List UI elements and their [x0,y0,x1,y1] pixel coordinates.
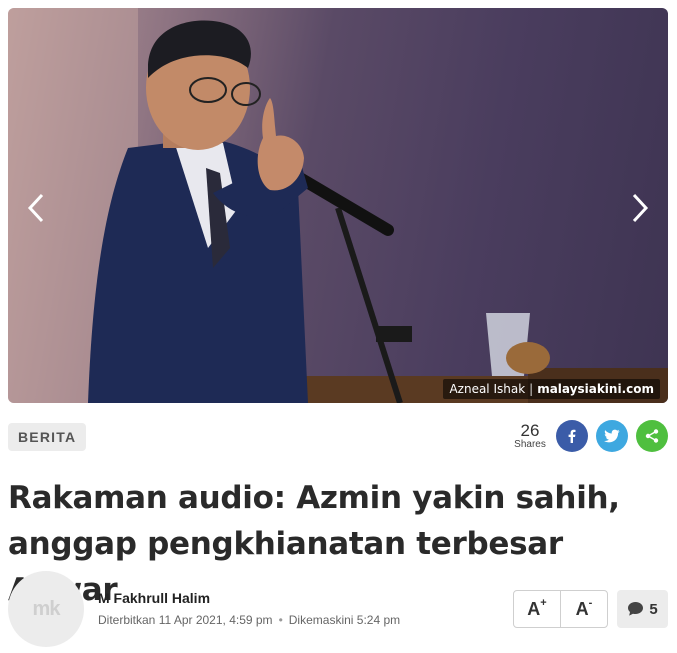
twitter-icon [604,429,620,443]
carousel-next-button[interactable] [620,188,660,228]
comment-bubble-icon [628,602,644,616]
chevron-right-icon [632,193,649,223]
category-badge[interactable]: BERITA [8,423,87,451]
share-count: 26 Shares [510,422,550,450]
photo-credit-brand: malaysiakini.com [537,382,654,396]
updated-date: Dikemaskini 5:24 pm [288,613,401,627]
comments-button[interactable]: 5 [617,590,668,628]
hero-photo [8,8,668,403]
font-decrease-label: A [575,598,589,619]
more-share-button[interactable] [636,420,668,452]
facebook-share-button[interactable] [556,420,588,452]
published-date: Diterbitkan 11 Apr 2021, 4:59 pm [98,613,273,627]
date-separator-dot: • [278,613,283,627]
article-page: Azneal Ishak | malaysiakini.com BERITA 26 … [0,0,677,653]
hero-image-carousel[interactable]: Azneal Ishak | malaysiakini.com [8,8,668,403]
article-meta-row: BERITA 26 Shares [8,420,668,454]
avatar-initials: mk [32,597,61,620]
photo-credit-separator: | [529,382,534,396]
font-increase-sup: + [540,597,547,609]
photo-credit: Azneal Ishak | malaysiakini.com [443,379,660,399]
twitter-share-button[interactable] [596,420,628,452]
author-avatar[interactable]: mk [8,571,84,647]
font-increase-label: A [527,598,541,619]
carousel-prev-button[interactable] [16,188,56,228]
author-name[interactable]: M Fakhrull Halim [98,590,210,606]
facebook-icon [568,429,576,443]
font-size-controls: A + A- [513,590,608,628]
article-dates: Diterbitkan 11 Apr 2021, 4:59 pm • Dikemas… [98,613,400,627]
photo-credit-name: Azneal Ishak [449,382,526,396]
font-decrease-button[interactable]: A- [560,591,607,627]
share-count-number: 26 [520,421,540,440]
share-icon [645,429,659,443]
font-increase-button[interactable]: A + [514,591,560,627]
share-count-label: Shares [514,439,546,450]
chevron-left-icon [27,193,44,223]
font-decrease-sup: - [588,597,593,609]
comment-count: 5 [649,600,658,618]
